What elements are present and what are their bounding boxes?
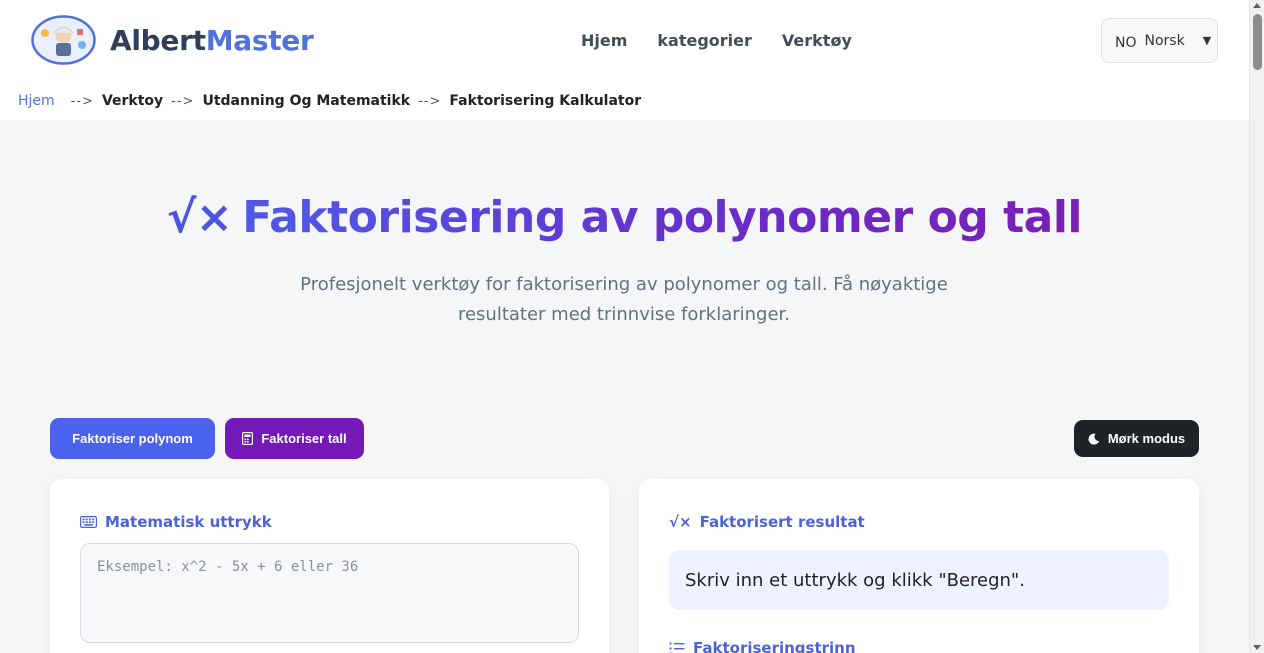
scroll-up-icon[interactable] xyxy=(1253,3,1261,8)
page-subtitle: Profesjonelt verktøy for faktorisering a… xyxy=(300,274,948,325)
moon-icon xyxy=(1088,433,1100,445)
result-card-label: √× Faktorisert resultat xyxy=(669,513,865,531)
factor-polynomial-button[interactable]: Faktoriser polynom xyxy=(50,418,215,459)
list-ordered-icon xyxy=(669,642,685,653)
calculator-icon xyxy=(242,432,254,445)
albertmaster-logo-icon[interactable] xyxy=(31,15,96,65)
square-root-icon: √× xyxy=(166,192,233,243)
nav-categories[interactable]: kategorier xyxy=(657,31,752,50)
breadcrumb-current: Faktorisering Kalkulator xyxy=(449,93,642,109)
nav-home[interactable]: Hjem xyxy=(581,31,627,50)
result-message: Skriv inn et uttrykk og klikk "Beregn". xyxy=(685,569,1025,591)
breadcrumb-separator: --> xyxy=(418,93,442,109)
language-label: Norsk xyxy=(1144,32,1185,49)
result-box: Skriv inn et uttrykk og klikk "Beregn". xyxy=(669,550,1169,610)
brand-part1: Albert xyxy=(110,24,206,57)
breadcrumb: Hjem --> Verktoy --> Utdanning Og Matema… xyxy=(18,93,641,109)
dark-mode-label: Mørk modus xyxy=(1107,431,1186,446)
breadcrumb-bar: Hjem --> Verktoy --> Utdanning Og Matema… xyxy=(0,80,1249,120)
chevron-down-icon: ▼ xyxy=(1202,34,1212,47)
nav-tools[interactable]: Verktøy xyxy=(782,31,852,50)
scrollbar-thumb[interactable] xyxy=(1253,14,1262,70)
dark-mode-button[interactable]: Mørk modus xyxy=(1074,420,1199,457)
breadcrumb-separator: --> xyxy=(171,93,195,109)
language-code: NO xyxy=(1115,34,1137,51)
input-card: Matematisk uttrykk xyxy=(50,479,609,653)
input-label-text: Matematisk uttrykk xyxy=(105,513,272,531)
brand-part2: Master xyxy=(205,24,314,57)
keyboard-icon xyxy=(80,516,97,528)
page-title: √× Faktorisering av polynomer og tall xyxy=(0,192,1249,243)
page-scrollbar[interactable] xyxy=(1249,0,1264,653)
breadcrumb-separator: --> xyxy=(70,93,94,109)
page-title-text: Faktorisering av polynomer og tall xyxy=(242,192,1082,243)
result-card: √× Faktorisert resultat Skriv inn et utt… xyxy=(639,479,1199,653)
result-label-text: Faktorisert resultat xyxy=(699,513,865,531)
steps-label: Faktoriseringstrinn xyxy=(669,639,856,653)
breadcrumb-education[interactable]: Utdanning Og Matematikk xyxy=(202,93,410,109)
main-nav: Hjem kategorier Verktøy xyxy=(581,31,852,50)
factor-number-button[interactable]: Faktoriser tall xyxy=(225,418,364,459)
factor-polynomial-label: Faktoriser polynom xyxy=(72,431,193,446)
square-root-icon: √× xyxy=(669,513,692,531)
expression-input[interactable] xyxy=(80,543,579,643)
scroll-down-icon[interactable] xyxy=(1253,645,1261,650)
breadcrumb-home[interactable]: Hjem xyxy=(18,93,55,109)
language-select[interactable]: NO Norsk ▼ xyxy=(1101,18,1218,63)
site-header: AlbertMaster Hjem kategorier Verktøy NO … xyxy=(0,0,1249,80)
factor-number-label: Faktoriser tall xyxy=(261,431,347,446)
breadcrumb-tools[interactable]: Verktoy xyxy=(102,93,163,109)
brand-name[interactable]: AlbertMaster xyxy=(110,24,314,57)
input-card-label: Matematisk uttrykk xyxy=(80,513,272,531)
steps-label-text: Faktoriseringstrinn xyxy=(693,639,856,653)
